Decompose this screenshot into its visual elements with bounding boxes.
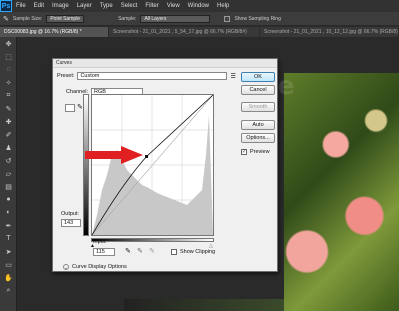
curve-point [145, 154, 149, 158]
preview-checkbox[interactable]: ✓ [241, 149, 247, 155]
show-clipping-label: Show Clipping [180, 249, 216, 255]
flower-photo [284, 73, 399, 311]
gradient-icon[interactable]: ▤ [0, 180, 17, 193]
menu-bar: Ps File Edit Image Layer Type Select Fil… [0, 0, 399, 12]
brush-icon[interactable]: ✐ [0, 128, 17, 141]
options-button[interactable]: Options... [241, 133, 275, 143]
sample-select[interactable]: All Layers [140, 14, 211, 23]
history-brush-icon[interactable]: ↺ [0, 154, 17, 167]
cancel-button[interactable]: Cancel [241, 85, 275, 95]
marquee-icon[interactable]: ⬚ [0, 50, 17, 63]
white-eyedropper-icon[interactable]: ✎ [149, 247, 155, 255]
sample-size-select[interactable]: Point Sample [46, 14, 85, 23]
gray-eyedropper-icon[interactable]: ✎ [137, 247, 143, 255]
curves-graph[interactable] [91, 94, 214, 236]
stamp-icon[interactable]: ♟ [0, 141, 17, 154]
show-sampling-ring-label: Show Sampling Ring [234, 15, 281, 22]
photo-strip [124, 299, 284, 311]
pencil-draw-icon[interactable]: ✎ [77, 103, 83, 111]
blur-icon[interactable]: ● [0, 193, 17, 206]
curve-display-options-label: Curve Display Options [72, 264, 127, 270]
tab-document-2[interactable]: Screenshot - 21_01_2021 , 5_54_17.jpg @ … [109, 27, 259, 37]
crop-icon[interactable]: ⌗ [0, 89, 17, 102]
type-icon[interactable]: T [0, 232, 17, 245]
healing-icon[interactable]: ✚ [0, 115, 17, 128]
black-eyedropper-icon[interactable]: ✎ [125, 247, 131, 255]
shape-icon[interactable]: ▭ [0, 258, 17, 271]
menu-window[interactable]: Window [184, 3, 213, 9]
ok-button[interactable]: OK [241, 72, 275, 82]
preset-options-icon[interactable]: ☰ [230, 73, 235, 80]
menu-file[interactable]: File [12, 3, 30, 9]
move-icon[interactable]: ✥ [0, 37, 17, 50]
menu-edit[interactable]: Edit [30, 3, 48, 9]
dialog-title: Curves [53, 59, 277, 68]
curves-dialog: Curves Preset: Custom ☰ Channel: RGB ✎ ▲… [52, 58, 278, 272]
preset-label: Preset: [57, 73, 75, 79]
input-gradient [91, 238, 214, 242]
preview-row: ✓ Preview [241, 149, 270, 155]
tab-document-3[interactable]: Screenshot - 21_01_2021 , 10_12_12.jpg @… [260, 27, 398, 37]
auto-button[interactable]: Auto [241, 120, 275, 130]
pen-icon[interactable]: ✒ [0, 219, 17, 232]
menu-view[interactable]: View [163, 3, 184, 9]
curve-edit-icon[interactable] [65, 104, 75, 112]
curve-plot[interactable] [91, 94, 214, 236]
eyedropper-icon[interactable]: ✎ [0, 102, 17, 115]
lasso-icon[interactable]: ◌ [0, 63, 17, 76]
show-clipping-checkbox[interactable] [171, 249, 177, 255]
photoshop-logo[interactable]: Ps [0, 0, 12, 12]
eraser-icon[interactable]: ▱ [0, 167, 17, 180]
hand-icon[interactable]: ✋ [0, 271, 17, 284]
tab-document-1[interactable]: DSC00083.jpg @ 16.7% (RGB/8) * [0, 27, 108, 37]
tools-panel: ✥ ⬚ ◌ ✧ ⌗ ✎ ✚ ✐ ♟ ↺ ▱ ▤ ● ◐ ✒ T ➤ ▭ ✋ ⌕ [0, 37, 17, 311]
smooth-button[interactable]: Smooth [241, 102, 275, 112]
preset-row: Preset: Custom ☰ [57, 72, 236, 80]
curve-display-options-row: ⌄ Curve Display Options [63, 264, 127, 270]
dodge-icon[interactable]: ◐ [0, 206, 17, 219]
sample-label: Sample: [118, 15, 137, 22]
path-select-icon[interactable]: ➤ [0, 245, 17, 258]
options-bar: ✎ Sample Size: Point Sample Sample: All … [0, 12, 399, 26]
input-label: Input: [93, 239, 107, 245]
sample-size-label: Sample Size: [12, 15, 43, 22]
menu-type[interactable]: Type [96, 3, 117, 9]
preset-select[interactable]: Custom [77, 72, 228, 80]
preview-label: Preview [250, 149, 270, 155]
menu-layer[interactable]: Layer [73, 3, 96, 9]
zoom-icon[interactable]: ⌕ [0, 284, 17, 297]
expand-options-icon[interactable]: ⌄ [63, 264, 69, 270]
input-field[interactable]: 115 [93, 248, 115, 256]
histogram [92, 115, 213, 235]
menu-help[interactable]: Help [213, 3, 233, 9]
show-sampling-ring-checkbox[interactable] [224, 15, 231, 22]
menu-select[interactable]: Select [117, 3, 142, 9]
menu-filter[interactable]: Filter [141, 3, 162, 9]
eyedropper-tool-icon[interactable]: ✎ [3, 15, 9, 23]
output-label: Output: [61, 211, 80, 217]
quick-select-icon[interactable]: ✧ [0, 76, 17, 89]
output-field[interactable]: 143 [61, 219, 81, 227]
show-clipping-row: Show Clipping [171, 249, 215, 255]
menu-image[interactable]: Image [48, 3, 73, 9]
red-arrow-annotation [85, 146, 143, 164]
document-tabs: DSC00083.jpg @ 16.7% (RGB/8) * Screensho… [0, 26, 399, 37]
output-gradient [83, 94, 89, 236]
